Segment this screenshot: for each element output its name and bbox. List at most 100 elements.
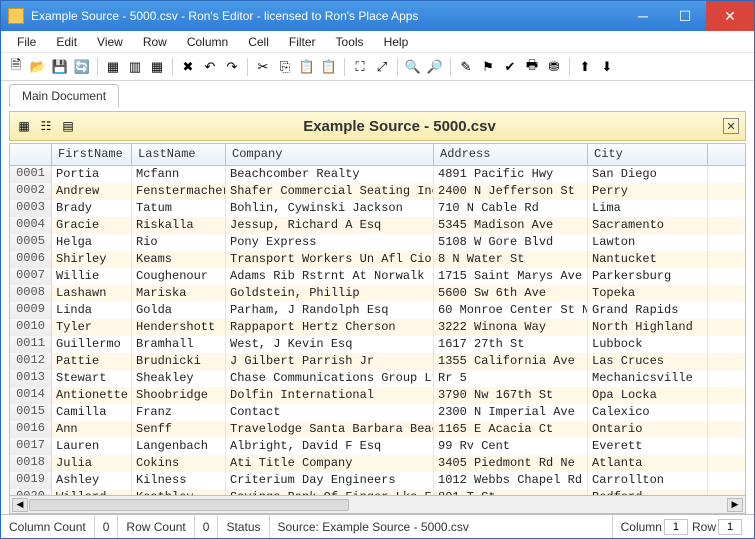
- cell[interactable]: Willie: [52, 268, 132, 285]
- status-column-input[interactable]: [664, 519, 688, 535]
- cell[interactable]: Adams Rib Rstrnt At Norwalk: [226, 268, 434, 285]
- cell[interactable]: Chase Communications Group Ltd: [226, 370, 434, 387]
- delete-icon[interactable]: ✖: [179, 58, 197, 76]
- table-row[interactable]: 0012PattieBrudnickiJ Gilbert Parrish Jr1…: [10, 353, 745, 370]
- cell[interactable]: Ashley: [52, 472, 132, 489]
- copy-icon[interactable]: ⎘: [276, 58, 294, 76]
- cell[interactable]: Rappaport Hertz Cherson: [226, 319, 434, 336]
- paste-icon[interactable]: 📋: [298, 58, 316, 76]
- cell[interactable]: 60 Monroe Center St Nw: [434, 302, 588, 319]
- cell[interactable]: Golda: [132, 302, 226, 319]
- cell[interactable]: Ati Title Company: [226, 455, 434, 472]
- cell[interactable]: Linda: [52, 302, 132, 319]
- cell[interactable]: 3790 Nw 167th St: [434, 387, 588, 404]
- cell[interactable]: Bramhall: [132, 336, 226, 353]
- menu-tools[interactable]: Tools: [326, 33, 374, 51]
- table-row[interactable]: 0011GuillermoBramhallWest, J Kevin Esq16…: [10, 336, 745, 353]
- scroll-track[interactable]: [29, 498, 726, 512]
- cell[interactable]: Opa Locka: [588, 387, 708, 404]
- table-row[interactable]: 0007WillieCoughenourAdams Rib Rstrnt At …: [10, 268, 745, 285]
- cell[interactable]: Franz: [132, 404, 226, 421]
- add-col-icon[interactable]: ▥: [126, 58, 144, 76]
- check-icon[interactable]: ✔: [501, 58, 519, 76]
- open-icon[interactable]: 📂: [29, 58, 47, 76]
- table-row[interactable]: 0013StewartSheakleyChase Communications …: [10, 370, 745, 387]
- cell[interactable]: Gracie: [52, 217, 132, 234]
- row-number[interactable]: 0019: [10, 472, 52, 489]
- cell[interactable]: 1355 California Ave: [434, 353, 588, 370]
- tab-main-document[interactable]: Main Document: [9, 84, 119, 107]
- row-number[interactable]: 0007: [10, 268, 52, 285]
- cell[interactable]: 3405 Piedmont Rd Ne: [434, 455, 588, 472]
- edit-icon[interactable]: ✎: [457, 58, 475, 76]
- cell[interactable]: Shoobridge: [132, 387, 226, 404]
- cell[interactable]: Topeka: [588, 285, 708, 302]
- cell[interactable]: Riskalla: [132, 217, 226, 234]
- cell[interactable]: Carrollton: [588, 472, 708, 489]
- cell[interactable]: Everett: [588, 438, 708, 455]
- cell[interactable]: 3222 Winona Way: [434, 319, 588, 336]
- cell[interactable]: Shirley: [52, 251, 132, 268]
- table-row[interactable]: 0006ShirleyKeamsTransport Workers Un Afl…: [10, 251, 745, 268]
- cell[interactable]: 1012 Webbs Chapel Rd: [434, 472, 588, 489]
- resize-icon[interactable]: ⤢: [373, 58, 391, 76]
- cell[interactable]: Fenstermacher: [132, 183, 226, 200]
- table-row[interactable]: 0008LashawnMariskaGoldstein, Phillip5600…: [10, 285, 745, 302]
- cell[interactable]: North Highland: [588, 319, 708, 336]
- cell[interactable]: Helga: [52, 234, 132, 251]
- cell[interactable]: 710 N Cable Rd: [434, 200, 588, 217]
- cell[interactable]: J Gilbert Parrish Jr: [226, 353, 434, 370]
- refresh-icon[interactable]: 🔄: [73, 58, 91, 76]
- export-icon[interactable]: ⬇: [598, 58, 616, 76]
- cell[interactable]: Lima: [588, 200, 708, 217]
- scroll-left-icon[interactable]: ◀: [12, 498, 28, 512]
- menu-edit[interactable]: Edit: [46, 33, 87, 51]
- cell[interactable]: Atlanta: [588, 455, 708, 472]
- cell[interactable]: Goldstein, Phillip: [226, 285, 434, 302]
- cell[interactable]: Contact: [226, 404, 434, 421]
- filter-icon[interactable]: ⛃: [545, 58, 563, 76]
- table-row[interactable]: 0009LindaGoldaParham, J Randolph Esq60 M…: [10, 302, 745, 319]
- horizontal-scrollbar[interactable]: ◀ ▶: [10, 495, 745, 513]
- row-number[interactable]: 0014: [10, 387, 52, 404]
- cell[interactable]: Albright, David F Esq: [226, 438, 434, 455]
- table-row[interactable]: 0003BradyTatumBohlin, Cywinski Jackson71…: [10, 200, 745, 217]
- cell[interactable]: Lawton: [588, 234, 708, 251]
- table-row[interactable]: 0002AndrewFenstermacherShafer Commercial…: [10, 183, 745, 200]
- table-row[interactable]: 0015CamillaFranzContact2300 N Imperial A…: [10, 404, 745, 421]
- cell[interactable]: Rio: [132, 234, 226, 251]
- cell[interactable]: Tyler: [52, 319, 132, 336]
- grid-icon[interactable]: ▦: [148, 58, 166, 76]
- cell[interactable]: Mariska: [132, 285, 226, 302]
- cell[interactable]: 4891 Pacific Hwy: [434, 166, 588, 183]
- table-row[interactable]: 0004GracieRiskallaJessup, Richard A Esq5…: [10, 217, 745, 234]
- cell[interactable]: Ann: [52, 421, 132, 438]
- cell[interactable]: Cokins: [132, 455, 226, 472]
- cell[interactable]: Langenbach: [132, 438, 226, 455]
- cell[interactable]: Hendershott: [132, 319, 226, 336]
- import-icon[interactable]: ⬆: [576, 58, 594, 76]
- cut-icon[interactable]: ✂: [254, 58, 272, 76]
- layout-icon[interactable]: ▤: [60, 118, 76, 134]
- undo-icon[interactable]: ↶: [201, 58, 219, 76]
- cell[interactable]: Beachcomber Realty: [226, 166, 434, 183]
- print-icon[interactable]: 🖶: [523, 58, 541, 76]
- cell[interactable]: Mcfann: [132, 166, 226, 183]
- table-row[interactable]: 0017LaurenLangenbachAlbright, David F Es…: [10, 438, 745, 455]
- status-row-input[interactable]: [718, 519, 742, 535]
- row-number[interactable]: 0003: [10, 200, 52, 217]
- row-number[interactable]: 0013: [10, 370, 52, 387]
- cell[interactable]: Lashawn: [52, 285, 132, 302]
- row-number[interactable]: 0010: [10, 319, 52, 336]
- scroll-right-icon[interactable]: ▶: [727, 498, 743, 512]
- cell[interactable]: 5600 Sw 6th Ave: [434, 285, 588, 302]
- menu-help[interactable]: Help: [374, 33, 419, 51]
- cell[interactable]: Kilness: [132, 472, 226, 489]
- row-number-header[interactable]: [10, 144, 52, 165]
- cell[interactable]: West, J Kevin Esq: [226, 336, 434, 353]
- row-number[interactable]: 0018: [10, 455, 52, 472]
- view-options-icon[interactable]: ☷: [38, 118, 54, 134]
- cell[interactable]: Brudnicki: [132, 353, 226, 370]
- table-row[interactable]: 0014AntionetteShoobridgeDolfin Internati…: [10, 387, 745, 404]
- cell[interactable]: Lubbock: [588, 336, 708, 353]
